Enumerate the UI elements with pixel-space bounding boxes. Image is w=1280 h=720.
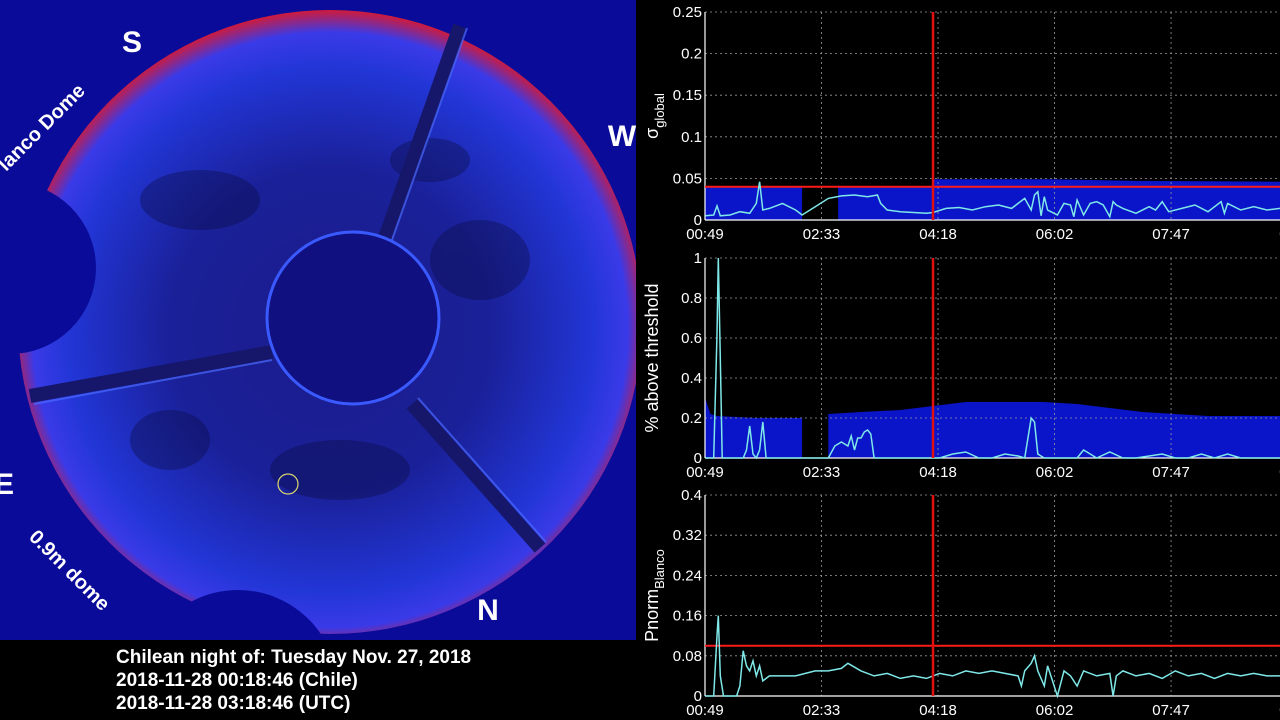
sigma-global-x-tick-label: 06:02 — [1036, 226, 1074, 243]
sigma-global-reference-band — [705, 179, 1280, 220]
direction-label-south: S — [122, 26, 142, 59]
sigma-global-y-tick-label: 0.2 — [681, 46, 702, 63]
percent-above-threshold-y-axis-label: % above threshold — [642, 283, 662, 432]
direction-label-north: N — [477, 594, 499, 627]
sigma-global-x-tick-label: 02:33 — [803, 226, 841, 243]
sigma-global-y-axis-label: σglobal — [642, 93, 667, 139]
time-series-panels: 00.050.10.150.20.2500:49 02:33 04:18 06:02 0… — [642, 4, 1280, 719]
pnorm-blanco-y-tick-label: 0.16 — [673, 608, 702, 625]
pnorm-blanco-x-tick-label: 02:33 — [803, 702, 841, 719]
pnorm-blanco-y-tick-label: 0.24 — [673, 567, 702, 584]
pnorm-blanco-y-tick-label: 0.32 — [673, 527, 702, 544]
percent-above-threshold-x-tick-label: 00:49 — [686, 464, 724, 481]
pnorm-blanco-y-axis-label-main: Pnorm — [642, 589, 662, 642]
sigma-global-x-tick-label: 07:47 — [1152, 226, 1190, 243]
pnorm-blanco-y-tick-label: 0.08 — [673, 648, 702, 665]
pnorm-blanco-x-tick-label: 07:47 — [1152, 702, 1190, 719]
percent-above-threshold-x-tick-label: 06:02 — [1036, 464, 1074, 481]
sigma-global-x-tick-label: 00:49 — [686, 226, 724, 243]
sigma-global-y-axis-label-main: σ — [642, 128, 662, 139]
percent-above-threshold-y-tick-label: 0.6 — [681, 330, 702, 347]
percent-above-threshold-y-tick-label: 1 — [694, 250, 702, 267]
chile-time-caption: 2018-11-28 00:18:46 (Chile) — [116, 670, 358, 691]
percent-above-threshold-y-tick-label: 0.8 — [681, 290, 702, 307]
pnorm-blanco-x-tick-label: 06:02 — [1036, 702, 1074, 719]
pnorm-blanco-panel: 00.080.160.240.320.400:49 02:33 04:18 06:02… — [642, 487, 1280, 719]
sigma-global-y-axis-label-subscript: global — [652, 93, 667, 128]
central-occulter — [265, 230, 441, 406]
percent-above-threshold-x-tick-label: 04:18 — [919, 464, 957, 481]
percent-above-threshold-x-tick-label: 07:47 — [1152, 464, 1190, 481]
percent-above-threshold-reference-band — [705, 398, 1280, 458]
sigma-global-y-tick-label: 0.05 — [673, 170, 702, 187]
sigma-global-x-tick-label: 04:18 — [919, 226, 957, 243]
night-date-caption: Chilean night of: Tuesday Nov. 27, 2018 — [116, 647, 472, 668]
percent-above-threshold-x-tick-label: 02:33 — [803, 464, 841, 481]
pnorm-blanco-y-tick-label: 0.4 — [681, 487, 702, 504]
direction-label-east: E — [0, 468, 14, 501]
pnorm-blanco-x-tick-label: 04:18 — [919, 702, 957, 719]
percent-above-threshold-y-tick-label: 0.4 — [681, 370, 702, 387]
utc-time-caption: 2018-11-28 03:18:46 (UTC) — [116, 693, 351, 714]
percent-above-threshold-panel: 00.20.40.60.8100:4902:3304:1806:0207:470… — [642, 250, 1280, 481]
pnorm-blanco-y-axis-label-subscript: Blanco — [652, 549, 667, 589]
sigma-global-panel: 00.050.10.150.20.2500:49 02:33 04:18 06:02 0… — [642, 4, 1280, 243]
all-sky-camera-image: S W E N lanco Dome 0.9m dome — [0, 0, 636, 640]
direction-label-west: W — [608, 120, 636, 153]
sigma-global-y-tick-label: 0.1 — [681, 129, 702, 146]
pnorm-blanco-x-tick-label: 00:49 — [686, 702, 724, 719]
pnorm-blanco-y-axis-label: PnormBlanco — [642, 549, 667, 642]
sigma-global-y-tick-label: 0.15 — [673, 87, 702, 104]
sigma-global-y-tick-label: 0.25 — [673, 4, 702, 21]
percent-above-threshold-y-tick-label: 0.2 — [681, 410, 702, 427]
